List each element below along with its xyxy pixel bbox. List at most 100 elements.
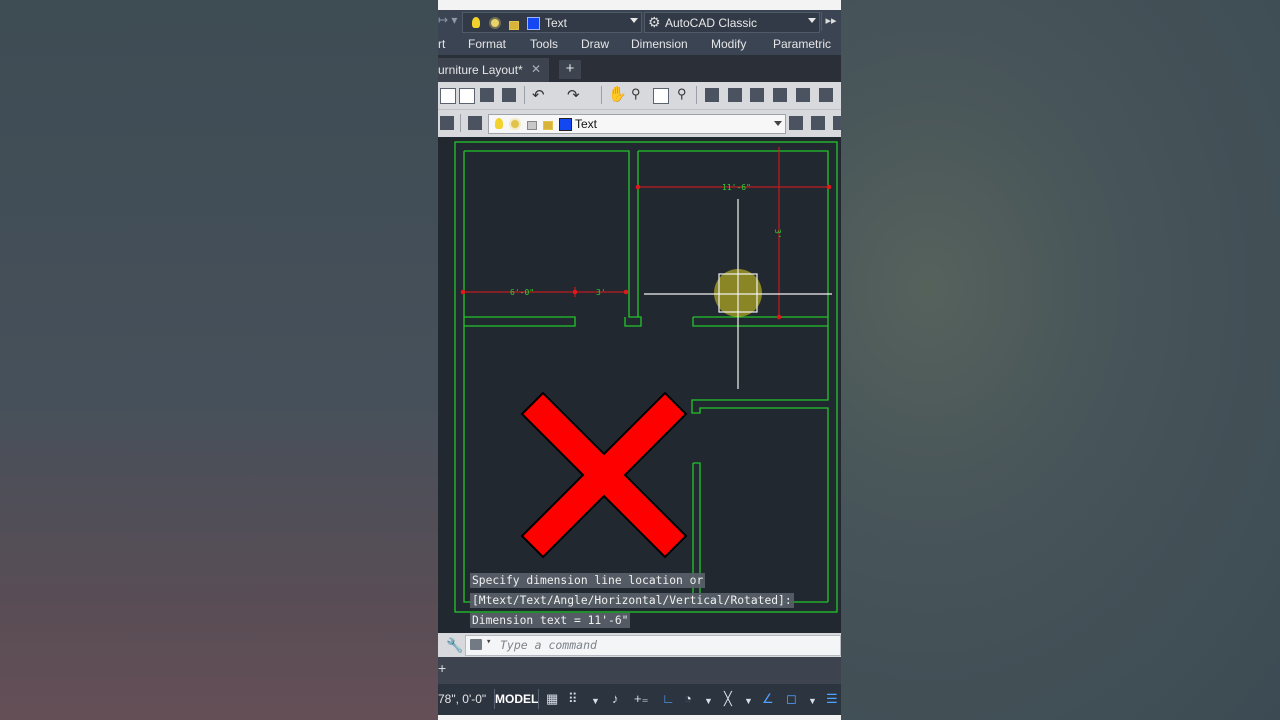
video-background-left: [0, 0, 438, 720]
toolbar-divider: [524, 86, 525, 104]
close-icon[interactable]: ✕: [531, 62, 541, 76]
polar-tracking-icon[interactable]: ◔: [684, 691, 692, 707]
properties-icon[interactable]: [705, 88, 719, 102]
layer-control-label: Text: [575, 117, 598, 131]
isometric-drafting-icon[interactable]: ╳: [724, 691, 732, 707]
unlock-icon: [509, 21, 519, 30]
command-history-line-3: Dimension text = 11'-6": [470, 613, 631, 628]
customization-icon[interactable]: ☰: [826, 691, 838, 707]
layer-dropdown[interactable]: Text: [462, 12, 642, 33]
chevron-down-icon[interactable]: ▼: [808, 693, 817, 709]
redo-arrow-icon[interactable]: ↦ ▾: [438, 13, 460, 30]
sheet-set-icon[interactable]: [773, 88, 787, 102]
video-background-right: [841, 0, 1280, 720]
open-file-icon[interactable]: [459, 88, 475, 104]
new-file-icon[interactable]: [440, 88, 456, 104]
design-center-icon[interactable]: [728, 88, 742, 102]
object-snap-tracking-icon[interactable]: ∠: [762, 691, 774, 707]
pan-hand-icon[interactable]: ✋: [608, 85, 627, 103]
save-icon[interactable]: [480, 88, 494, 102]
object-snap-icon[interactable]: ◻: [786, 691, 797, 707]
ortho-mode-icon[interactable]: ∟: [662, 691, 675, 707]
command-history-line-1: Specify dimension line location or: [470, 573, 706, 588]
dim-label-top: 11'-6": [722, 183, 751, 192]
layer-properties-icon[interactable]: [468, 116, 482, 130]
quick-access-toolbar: ↦ ▾ Text ⚙ AutoCAD Classic ▸▸: [438, 10, 841, 33]
toolbar-divider: [696, 86, 697, 104]
lightbulb-icon: [472, 17, 480, 28]
unlock-icon: [543, 121, 553, 130]
autocad-window: ↦ ▾ Text ⚙ AutoCAD Classic ▸▸ rt Format …: [438, 0, 841, 720]
file-tab-bar: urniture Layout* ✕ +: [438, 55, 841, 82]
layer-state-icon[interactable]: [440, 116, 454, 130]
calculator-icon[interactable]: [819, 88, 833, 102]
chevron-down-icon[interactable]: ▼: [744, 693, 753, 709]
workspace-label: AutoCAD Classic: [665, 16, 758, 30]
tool-palettes-icon[interactable]: [750, 88, 764, 102]
chevron-down-icon[interactable]: ▼: [591, 693, 600, 709]
wrench-icon[interactable]: 🔧: [446, 637, 463, 653]
layer-color-swatch: [527, 17, 540, 30]
new-tab-button[interactable]: +: [559, 60, 581, 79]
menu-insert[interactable]: rt: [438, 37, 445, 51]
layer-previous-icon[interactable]: [811, 116, 825, 130]
gear-icon: ⚙: [648, 14, 661, 30]
add-layout-button[interactable]: +: [438, 660, 446, 676]
more-tools-icon[interactable]: ▸▸: [821, 12, 840, 31]
command-line-bar: 🔧 ▾ Type a command: [438, 633, 841, 657]
chevron-down-icon[interactable]: ▼: [704, 693, 713, 709]
menu-format[interactable]: Format: [468, 37, 506, 51]
markup-icon[interactable]: [796, 88, 810, 102]
undo-icon[interactable]: ↶: [532, 86, 545, 104]
grid-icon[interactable]: ▦: [546, 691, 558, 707]
lightbulb-icon: [495, 118, 503, 129]
drawing-canvas[interactable]: 11'-6" 3' 6'-0" 3' Specify dimension lin…: [438, 137, 841, 633]
command-input[interactable]: ▾ Type a command: [465, 635, 841, 656]
sun-icon: [491, 19, 499, 27]
wall-lines: [454, 141, 838, 613]
dynamic-input-icon[interactable]: +₌: [634, 691, 648, 707]
chevron-down-icon: [808, 18, 816, 23]
title-strip: [438, 0, 841, 10]
redo-icon[interactable]: ↷: [567, 86, 580, 104]
command-placeholder: Type a command: [500, 638, 597, 652]
command-prompt-icon[interactable]: [470, 639, 482, 650]
floor-plan-drawing: 11'-6" 3' 6'-0" 3': [454, 141, 838, 613]
viewport-freeze-icon: [527, 121, 537, 130]
chevron-down-icon: [774, 121, 782, 126]
menu-bar: rt Format Tools Draw Dimension Modify Pa…: [438, 33, 841, 55]
red-x-overlay: [520, 391, 688, 559]
tab-label: urniture Layout*: [438, 63, 523, 77]
layer-color-swatch: [559, 118, 572, 131]
snap-mode-icon[interactable]: ⠿: [568, 691, 578, 707]
menu-parametric[interactable]: Parametric: [773, 37, 831, 51]
layer-match-icon[interactable]: [833, 116, 841, 130]
menu-tools[interactable]: Tools: [530, 37, 558, 51]
menu-draw[interactable]: Draw: [581, 37, 609, 51]
infer-constraints-icon[interactable]: ♪: [612, 691, 619, 707]
zoom-previous-icon[interactable]: ⚲: [677, 86, 687, 102]
standard-toolbar: ↶ ↷ ✋ ⚲ ⚲: [438, 82, 841, 109]
zoom-window-icon[interactable]: [653, 88, 669, 104]
dim-label-left-a: 6'-0": [510, 288, 534, 297]
toolbar-divider: [460, 114, 461, 132]
layer-dropdown-label: Text: [545, 16, 568, 30]
chevron-down-icon[interactable]: ▾: [486, 637, 491, 647]
zoom-realtime-icon[interactable]: ⚲: [631, 86, 641, 102]
model-space-button[interactable]: MODEL: [494, 689, 539, 709]
dim-label-left-b: 3': [596, 288, 606, 297]
make-current-icon[interactable]: [789, 116, 803, 130]
menu-modify[interactable]: Modify: [711, 37, 746, 51]
layers-toolbar: Text: [438, 109, 841, 137]
workspace-dropdown[interactable]: ⚙ AutoCAD Classic: [644, 12, 820, 33]
chevron-down-icon: [630, 18, 638, 23]
sun-icon: [511, 120, 519, 128]
coordinate-readout: 78", 0'-0": [438, 692, 487, 706]
layer-control-dropdown[interactable]: Text: [488, 114, 786, 134]
menu-dimension[interactable]: Dimension: [631, 37, 688, 51]
tab-furniture-layout[interactable]: urniture Layout* ✕: [438, 58, 549, 82]
plot-icon[interactable]: [502, 88, 516, 102]
dim-label-vertical: 3': [773, 229, 782, 239]
status-bar: 78", 0'-0" MODEL ▦ ⠿ ▼ ♪ +₌ ∟ ◔ ▼ ╳ ▼ ∠ …: [438, 684, 841, 715]
command-history-line-2: [Mtext/Text/Angle/Horizontal/Vertical/Ro…: [470, 593, 794, 608]
